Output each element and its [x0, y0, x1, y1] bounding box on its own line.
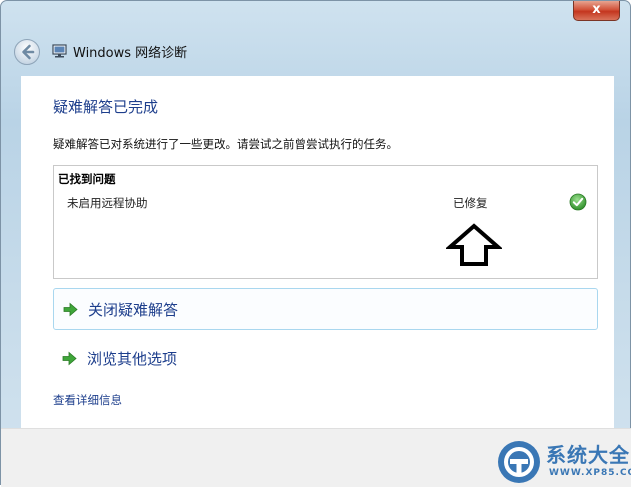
issue-status: 已修复: [453, 196, 488, 210]
window-title: Windows 网络诊断: [73, 46, 188, 61]
back-arrow-icon: [14, 39, 40, 65]
back-button[interactable]: [13, 38, 41, 66]
close-button[interactable]: x: [573, 1, 620, 21]
view-details-link[interactable]: 查看详细信息: [53, 392, 122, 408]
description-text: 疑难解答已对系统进行了一些更改。请尝试之前曾尝试执行的任务。: [53, 137, 398, 151]
issue-name: 未启用远程协助: [67, 196, 148, 210]
browse-options-option[interactable]: 浏览其他选项: [53, 338, 598, 380]
watermark-url: WWW.XP85.COM: [549, 468, 631, 478]
watermark-logo: [498, 441, 540, 483]
watermark-title: 系统大全: [546, 443, 630, 467]
check-icon: [569, 193, 587, 211]
green-arrow-icon: [63, 302, 78, 317]
up-arrow-icon: [446, 223, 502, 266]
window-frame: x Windows 网络诊断 疑难解答已完成 疑难解答已对系统进行了一些更改。请…: [0, 0, 631, 487]
close-troubleshooter-option[interactable]: 关闭疑难解答: [53, 288, 598, 330]
network-diagnostics-icon: [52, 44, 67, 58]
page-title: 疑难解答已完成: [53, 98, 159, 116]
found-problems-panel: 已找到问题 未启用远程协助 已修复: [53, 165, 598, 279]
main-content: 疑难解答已完成 疑难解答已对系统进行了一些更改。请尝试之前曾尝试执行的任务。 已…: [21, 76, 614, 428]
browse-options-label: 浏览其他选项: [87, 350, 178, 368]
found-problems-header: 已找到问题: [58, 172, 116, 186]
close-troubleshooter-label: 关闭疑难解答: [88, 301, 179, 319]
green-arrow-icon: [62, 351, 77, 366]
